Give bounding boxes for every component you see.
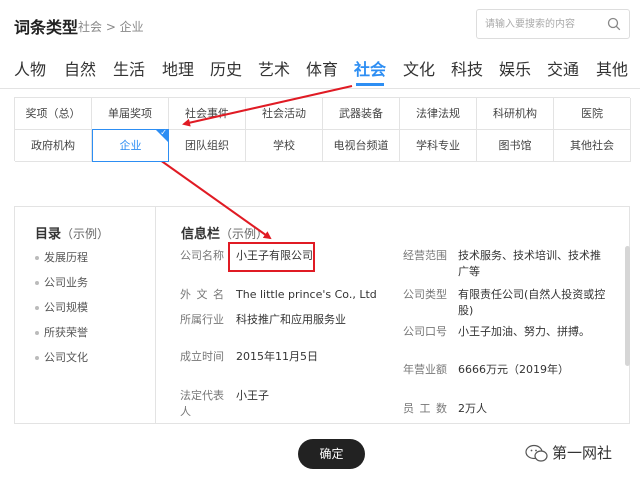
- nav-tab-life[interactable]: 生活: [113, 56, 145, 80]
- bullet-icon: [35, 281, 39, 285]
- infobox-title: 信息栏: [181, 227, 221, 242]
- bullet-icon: [35, 356, 39, 360]
- subcategory-enterprise[interactable]: 企业 ✓: [92, 128, 169, 162]
- subcategory-enterprise-label: 企业: [119, 139, 142, 152]
- subcategory-research-institute[interactable]: 科研机构: [477, 98, 554, 130]
- bullet-icon: [35, 331, 39, 335]
- toc-title: 目录: [35, 227, 62, 242]
- subcategory-weapons[interactable]: 武器装备: [323, 98, 400, 130]
- annotation-highlight-box: [228, 242, 315, 272]
- subcategory-single-award[interactable]: 单届奖项: [92, 98, 169, 130]
- breadcrumb: 社会 > 企业: [78, 20, 144, 34]
- category-nav: 人物 自然 生活 地理 历史 艺术 体育 社会 文化 科技 娱乐 交通 其他: [0, 56, 640, 88]
- search-icon[interactable]: [607, 17, 621, 31]
- nav-tab-people[interactable]: 人物: [14, 56, 46, 80]
- field-value-business-scope: 技术服务、技术培训、技术推广等: [458, 249, 601, 278]
- subcategory-library[interactable]: 图书馆: [477, 130, 554, 162]
- field-value-foreign-name: The little prince's Co., Ltd: [236, 288, 377, 301]
- nav-tab-sports[interactable]: 体育: [306, 56, 338, 80]
- toc-item[interactable]: 发展历程: [35, 249, 88, 265]
- field-value-industry: 科技推广和应用服务业: [236, 313, 346, 326]
- field-label-foreign-name: 外文名: [180, 288, 224, 301]
- confirm-button[interactable]: 确定: [298, 439, 365, 469]
- subcategory-school[interactable]: 学校: [246, 130, 323, 162]
- nav-tab-technology[interactable]: 科技: [451, 56, 483, 80]
- toc-item-label: 公司业务: [44, 276, 88, 289]
- nav-tab-history[interactable]: 历史: [210, 56, 242, 80]
- subcategory-laws[interactable]: 法律法规: [400, 98, 477, 130]
- toc-item-label: 公司文化: [44, 351, 88, 364]
- infobox-subtitle: （示例）: [220, 227, 269, 241]
- infobox-heading: 信息栏（示例）: [181, 223, 268, 242]
- field-value-revenue: 6666万元（2019年）: [458, 363, 569, 376]
- search-input[interactable]: [485, 16, 600, 32]
- active-tab-indicator: [356, 83, 384, 86]
- nav-tab-culture[interactable]: 文化: [403, 56, 435, 80]
- field-label-industry: 所属行业: [180, 313, 224, 326]
- field-label-revenue: 年营业额: [403, 363, 447, 376]
- field-label-slogan: 公司口号: [403, 325, 447, 338]
- subcategory-hospital[interactable]: 医院: [554, 98, 631, 130]
- nav-tab-geography[interactable]: 地理: [162, 56, 194, 80]
- toc-item[interactable]: 所获荣誉: [35, 324, 88, 340]
- nav-tab-society[interactable]: 社会: [354, 56, 386, 80]
- bullet-icon: [35, 306, 39, 310]
- nav-tab-art[interactable]: 艺术: [258, 56, 290, 80]
- field-value-legal-rep: 小王子: [236, 389, 269, 402]
- field-value-founded: 2015年11月5日: [236, 350, 318, 363]
- subcategory-government[interactable]: 政府机构: [15, 130, 92, 162]
- subcategory-team-org[interactable]: 团队组织: [169, 130, 246, 162]
- toc-item-label: 所获荣誉: [44, 326, 88, 339]
- subcategory-grid: 奖项（总） 单届奖项 社会事件 社会活动 武器装备 法律法规 科研机构 医院 政…: [14, 97, 631, 162]
- subcategory-other-society[interactable]: 其他社会: [554, 130, 631, 162]
- check-icon: ✓: [160, 128, 167, 137]
- toc-item[interactable]: 公司业务: [35, 274, 88, 290]
- field-value-slogan: 小王子加油、努力、拼搏。: [458, 325, 590, 338]
- field-label-business-scope: 经营范围: [403, 249, 447, 262]
- page-title: 词条类型: [14, 18, 79, 37]
- subcategory-awards-total[interactable]: 奖项（总）: [15, 98, 92, 130]
- subcategory-discipline[interactable]: 学科专业: [400, 130, 477, 162]
- search-box[interactable]: [476, 9, 630, 39]
- nav-tab-entertainment[interactable]: 娱乐: [499, 56, 531, 80]
- subcategory-tv-channel[interactable]: 电视台频道: [323, 130, 400, 162]
- nav-divider: [0, 88, 640, 89]
- toc-item-label: 公司规模: [44, 301, 88, 314]
- toc-item[interactable]: 公司文化: [35, 349, 88, 365]
- field-label-company-name: 公司名称: [180, 249, 224, 262]
- wechat-logo-icon: [525, 444, 548, 462]
- field-label-legal-rep: 法定代表人: [180, 389, 224, 418]
- table-of-contents: 目录（示例） 发展历程 公司业务 公司规模 所获荣誉 公司文化: [15, 207, 156, 423]
- toc-heading: 目录（示例）: [35, 223, 109, 242]
- field-label-company-type: 公司类型: [403, 288, 447, 301]
- field-value-employees: 2万人: [458, 402, 487, 415]
- panel-scrollbar[interactable]: [625, 246, 630, 366]
- toc-item[interactable]: 公司规模: [35, 299, 88, 315]
- nav-tab-transport[interactable]: 交通: [547, 56, 579, 80]
- nav-tab-other[interactable]: 其他: [596, 56, 628, 80]
- field-label-employees: 员工数: [403, 402, 447, 415]
- subcategory-social-activity[interactable]: 社会活动: [246, 98, 323, 130]
- toc-item-label: 发展历程: [44, 251, 88, 264]
- watermark-text: 第一网社: [552, 444, 613, 462]
- bullet-icon: [35, 256, 39, 260]
- field-value-company-type: 有限责任公司(自然人投资或控股): [458, 288, 606, 317]
- nav-tab-nature[interactable]: 自然: [64, 56, 96, 80]
- field-label-founded: 成立时间: [180, 350, 224, 363]
- toc-subtitle: （示例）: [61, 227, 110, 241]
- subcategory-social-event[interactable]: 社会事件: [169, 98, 246, 130]
